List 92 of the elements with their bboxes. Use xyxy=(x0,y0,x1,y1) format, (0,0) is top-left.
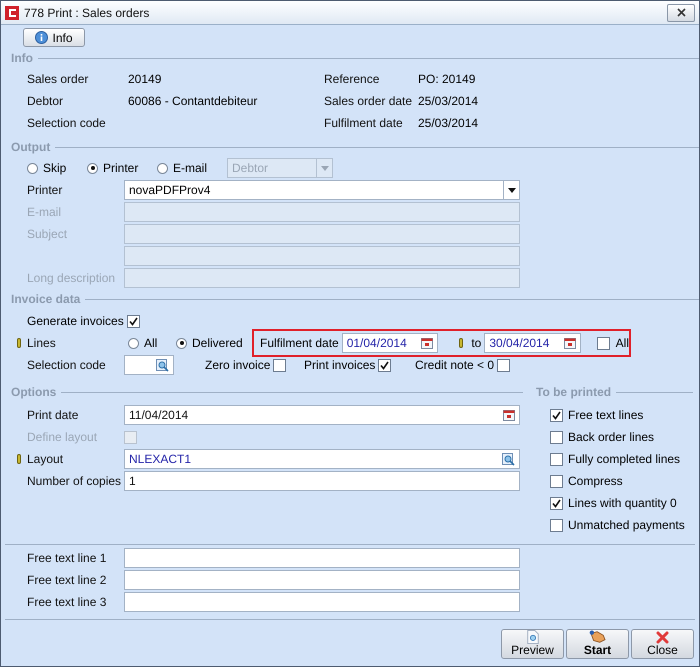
field-label: Fulfilment date xyxy=(260,335,339,352)
input-field[interactable]: 11/04/2014 xyxy=(124,405,520,425)
field-label: Define layout xyxy=(27,429,98,446)
checkbox[interactable] xyxy=(550,518,563,532)
dropdown-arrow-icon xyxy=(320,166,328,170)
input-field[interactable] xyxy=(124,548,520,568)
field-label: Sales order xyxy=(27,71,90,88)
input-field[interactable] xyxy=(124,355,174,375)
checkbox-label: All xyxy=(616,335,629,352)
field-label: Free text line 2 xyxy=(27,572,108,589)
radio-label: Skip xyxy=(43,160,66,177)
required-marker-icon xyxy=(458,338,463,348)
checkbox[interactable] xyxy=(550,452,563,466)
close-icon xyxy=(656,631,669,644)
input-field[interactable] xyxy=(124,592,520,612)
radio-button[interactable] xyxy=(157,162,168,174)
checkbox[interactable] xyxy=(550,496,563,510)
dropdown[interactable]: novaPDFProv4 xyxy=(124,180,520,200)
calendar-icon[interactable] xyxy=(503,410,515,420)
field-label: Free text line 1 xyxy=(27,550,108,567)
checkbox[interactable] xyxy=(497,358,510,372)
field-label: Selection code xyxy=(27,115,107,132)
field-label: Printer xyxy=(27,183,62,197)
field-label: E-mail xyxy=(27,205,62,219)
checkbox-label: Unmatched payments xyxy=(568,517,685,534)
checkbox[interactable] xyxy=(550,474,563,488)
close-button[interactable]: Close xyxy=(631,629,694,659)
radio-button[interactable] xyxy=(176,338,187,348)
radio-button[interactable] xyxy=(27,162,38,174)
field-value: 20149 xyxy=(128,71,162,88)
section-header: Invoice data xyxy=(11,291,80,308)
field-label: Generate invoices xyxy=(27,313,124,330)
input-field[interactable]: 1 xyxy=(124,471,520,491)
checkbox[interactable] xyxy=(378,358,392,372)
close-button[interactable] xyxy=(667,4,695,22)
section-header: To be printed xyxy=(536,384,612,401)
search-icon[interactable] xyxy=(156,358,169,372)
checkbox[interactable] xyxy=(550,430,563,444)
field-label: Debtor xyxy=(27,93,64,110)
window-title: 778 Print : Sales orders xyxy=(24,4,150,22)
field-value: 25/03/2014 xyxy=(418,115,478,132)
field-label: Layout xyxy=(27,451,64,468)
section-header: Output xyxy=(11,139,50,156)
checkbox-label: Back order lines xyxy=(568,429,654,446)
section-header: Options xyxy=(11,384,56,401)
field-label: to xyxy=(471,335,482,352)
input-field[interactable]: 30/04/2014 xyxy=(484,333,582,353)
app-logo-icon xyxy=(5,6,19,20)
calendar-icon[interactable] xyxy=(420,338,433,348)
search-icon[interactable] xyxy=(502,452,515,466)
field-label: Long description xyxy=(27,271,116,285)
calendar-icon[interactable] xyxy=(564,338,576,348)
field-label: Sales order date xyxy=(324,93,414,110)
radio-button[interactable] xyxy=(87,162,98,174)
checkbox-label: Credit note < 0 xyxy=(415,357,494,374)
section-header: Info xyxy=(11,50,33,67)
field-value: PO: 20149 xyxy=(418,71,476,88)
field-label: Fulfilment date xyxy=(324,115,404,132)
info-icon xyxy=(35,31,48,44)
radio-label: All xyxy=(144,335,158,352)
field-label: Print date xyxy=(27,407,80,424)
checkbox[interactable] xyxy=(596,336,610,350)
checkbox-label: Lines with quantity 0 xyxy=(568,495,677,512)
radio-label: Printer xyxy=(103,160,138,177)
start-button[interactable]: Start xyxy=(566,629,629,659)
checkbox-label: Compress xyxy=(568,473,623,490)
field-label: Subject xyxy=(27,227,68,241)
input-field[interactable]: NLEXACT1 xyxy=(124,449,520,469)
close-icon xyxy=(676,8,686,17)
checkbox-label: Free text lines xyxy=(568,407,644,424)
info-button[interactable]: Info xyxy=(23,28,85,47)
checkbox[interactable] xyxy=(273,358,286,372)
dropdown-arrow-icon xyxy=(508,188,516,192)
checkbox-label: Zero invoice xyxy=(205,357,270,374)
checkbox[interactable] xyxy=(550,408,563,422)
radio-button[interactable] xyxy=(128,338,139,348)
preview-button[interactable]: Preview xyxy=(501,629,564,659)
field-label: Selection code xyxy=(27,357,107,374)
document-icon xyxy=(526,630,540,644)
radio-label: E-mail xyxy=(173,160,208,177)
input-field[interactable] xyxy=(124,570,520,590)
field-value: 60086 - Contantdebiteur xyxy=(128,93,258,110)
field-label: Reference xyxy=(324,71,380,88)
input-field[interactable]: 01/04/2014 xyxy=(342,333,438,353)
field-label: Number of copies xyxy=(27,473,122,490)
field-label: Lines xyxy=(27,335,57,352)
checkbox[interactable] xyxy=(126,314,140,328)
radio-label: Delivered xyxy=(192,335,243,352)
checkbox-label: Print invoices xyxy=(304,357,376,374)
field-value: 25/03/2014 xyxy=(418,93,478,110)
checkbox-label: Fully completed lines xyxy=(568,451,680,468)
field-label: Free text line 3 xyxy=(27,594,108,611)
